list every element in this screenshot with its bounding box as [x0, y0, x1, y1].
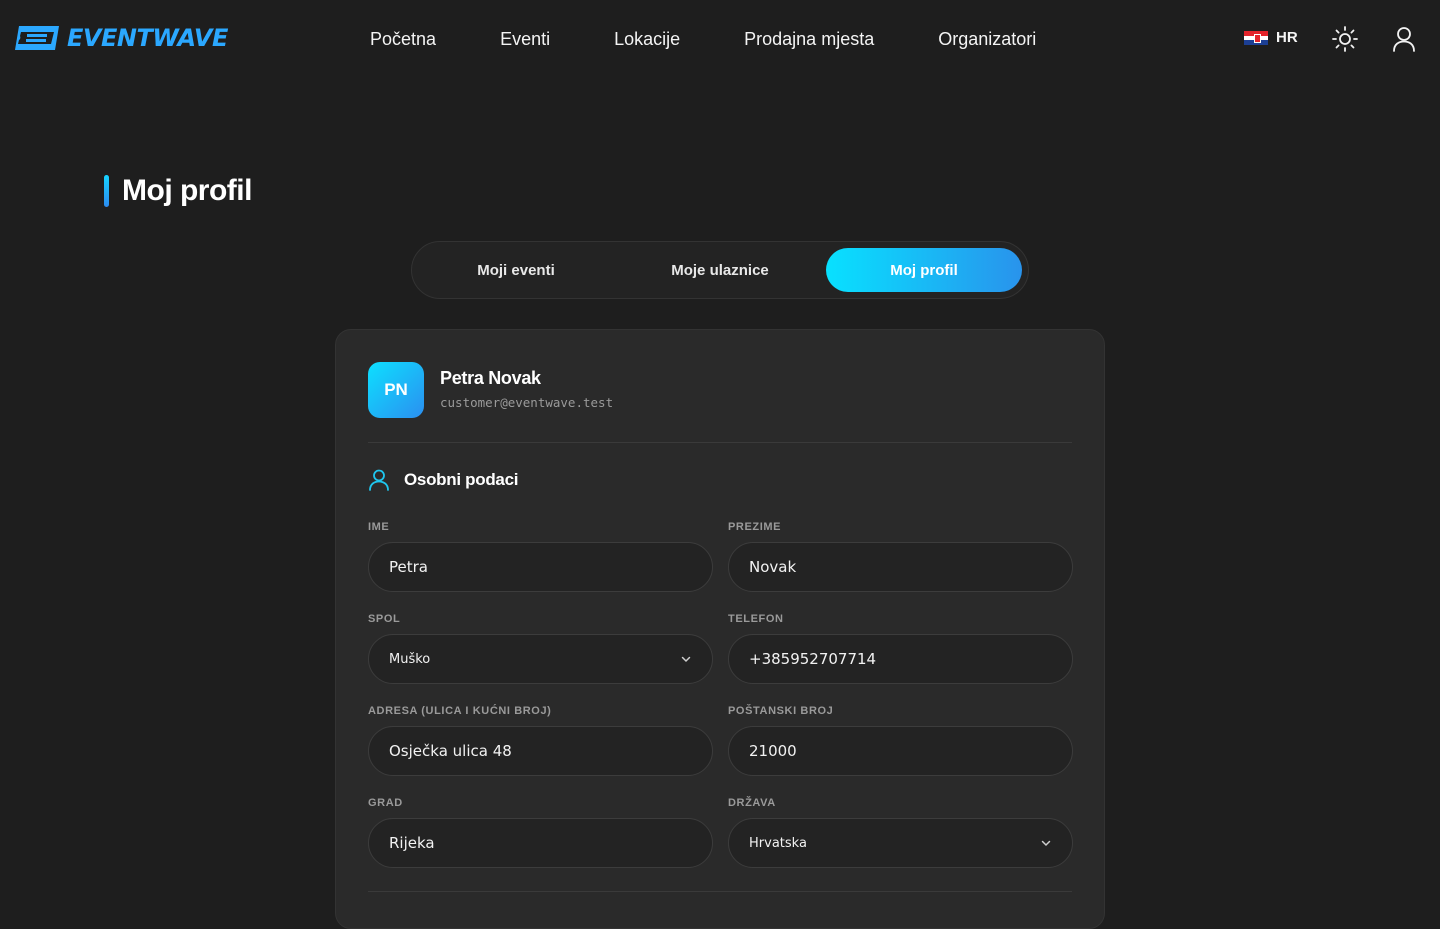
- user-icon: [1393, 27, 1415, 52]
- chevron-down-icon: [681, 656, 691, 663]
- phone-value: +385952707714: [749, 650, 877, 668]
- language-label: HR: [1276, 29, 1298, 46]
- postal-code-value: 21000: [749, 742, 797, 760]
- user-name: Petra Novak: [440, 368, 541, 388]
- user-account-button[interactable]: [1389, 24, 1419, 54]
- label-prezime: PREZIME: [728, 521, 782, 533]
- tab-moj-profil[interactable]: Moj profil: [826, 248, 1022, 292]
- user-section-icon: [369, 469, 389, 491]
- profile-card: PN Petra Novak customer@eventwave.test O…: [335, 329, 1105, 929]
- postal-code-field[interactable]: 21000: [728, 726, 1073, 776]
- profile-tabs: Moji eventi Moje ulaznice Moj profil: [411, 241, 1029, 299]
- top-navbar: EVENTWAVE Početna Eventi Lokacije Prodaj…: [0, 0, 1440, 78]
- label-grad: GRAD: [368, 797, 403, 809]
- ticket-logo-icon: [15, 26, 59, 50]
- address-field[interactable]: Osječka ulica 48: [368, 726, 713, 776]
- gender-select[interactable]: Muško: [368, 634, 713, 684]
- divider: [368, 891, 1072, 892]
- label-adresa: ADRESA (ULICA I KUĆNI BROJ): [368, 705, 552, 717]
- label-postanski-broj: POŠTANSKI BROJ: [728, 705, 834, 717]
- nav-link-lokacije[interactable]: Lokacije: [582, 27, 712, 51]
- label-drzava: DRŽAVA: [728, 797, 776, 809]
- brand-logo[interactable]: EVENTWAVE: [15, 24, 228, 52]
- first-name-value: Petra: [389, 558, 428, 576]
- nav-link-prodajna-mjesta[interactable]: Prodajna mjesta: [712, 27, 906, 51]
- country-select[interactable]: Hrvatska: [728, 818, 1073, 868]
- tab-moje-ulaznice[interactable]: Moje ulaznice: [622, 248, 818, 292]
- section-title: Osobni podaci: [404, 470, 519, 489]
- language-switcher[interactable]: HR: [1244, 29, 1298, 46]
- label-ime: IME: [368, 521, 390, 533]
- last-name-field[interactable]: Novak: [728, 542, 1073, 592]
- divider: [368, 442, 1072, 443]
- user-email: customer@eventwave.test: [440, 395, 614, 410]
- chevron-down-icon: [1041, 840, 1051, 847]
- first-name-field[interactable]: Petra: [368, 542, 713, 592]
- address-value: Osječka ulica 48: [389, 742, 512, 760]
- city-field[interactable]: Rijeka: [368, 818, 713, 868]
- nav-link-pocetna[interactable]: Početna: [338, 27, 468, 51]
- croatia-flag-icon: [1244, 30, 1268, 45]
- phone-field[interactable]: +385952707714: [728, 634, 1073, 684]
- page-title: Moj profil: [104, 174, 252, 208]
- label-spol: SPOL: [368, 613, 401, 625]
- country-value: Hrvatska: [749, 835, 807, 851]
- section-header-personal: Osobni podaci: [368, 468, 518, 492]
- brand-name: EVENTWAVE: [67, 24, 228, 52]
- theme-toggle-button[interactable]: [1330, 24, 1360, 54]
- title-accent-bar: [104, 175, 109, 207]
- label-telefon: TELEFON: [728, 613, 784, 625]
- last-name-value: Novak: [749, 558, 797, 576]
- avatar: PN: [368, 362, 424, 418]
- main-nav: Početna Eventi Lokacije Prodajna mjesta …: [338, 27, 1068, 51]
- gender-value: Muško: [389, 651, 431, 667]
- nav-link-eventi[interactable]: Eventi: [468, 27, 582, 51]
- nav-link-organizatori[interactable]: Organizatori: [906, 27, 1068, 51]
- sun-icon: [1332, 26, 1358, 52]
- tab-moji-eventi[interactable]: Moji eventi: [418, 248, 614, 292]
- page-title-text: Moj profil: [122, 174, 252, 207]
- city-value: Rijeka: [389, 834, 435, 852]
